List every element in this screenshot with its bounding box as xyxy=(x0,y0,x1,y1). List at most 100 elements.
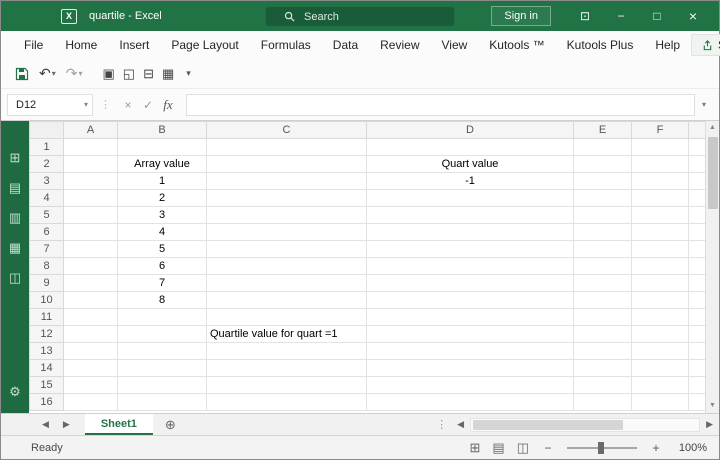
cell-E2[interactable] xyxy=(573,155,632,173)
cell-F1[interactable] xyxy=(631,138,689,156)
formula-input[interactable] xyxy=(186,93,695,116)
kutools-pane-icon-1[interactable]: ⊞ xyxy=(10,151,21,165)
cell-B10[interactable]: 8 xyxy=(117,291,207,309)
cell-C15[interactable] xyxy=(206,376,367,394)
row-header-4[interactable]: 4 xyxy=(29,189,64,207)
cell-D2[interactable]: Quart value xyxy=(366,155,574,173)
row-header-3[interactable]: 3 xyxy=(29,172,64,190)
cell-C11[interactable] xyxy=(206,308,367,326)
cell-F10[interactable] xyxy=(631,291,689,309)
cell-A14[interactable] xyxy=(63,359,118,377)
undo-dropdown-icon[interactable]: ▾ xyxy=(52,69,56,78)
cell-F15[interactable] xyxy=(631,376,689,394)
cell-A15[interactable] xyxy=(63,376,118,394)
cell-E15[interactable] xyxy=(573,376,632,394)
horizontal-scroll-thumb[interactable] xyxy=(473,419,624,430)
row-header-5[interactable]: 5 xyxy=(29,206,64,224)
cell-B7[interactable]: 5 xyxy=(117,240,207,258)
ribbon-tab-page-layout[interactable]: Page Layout xyxy=(160,31,249,59)
cell-C13[interactable] xyxy=(206,342,367,360)
cell-F4[interactable] xyxy=(631,189,689,207)
cell-F12[interactable] xyxy=(631,325,689,343)
cell-B1[interactable] xyxy=(117,138,207,156)
enter-button[interactable]: ✓ xyxy=(138,98,158,112)
page-break-view-icon[interactable]: ◫ xyxy=(517,440,529,456)
cell-D16[interactable] xyxy=(366,393,574,411)
cell-C10[interactable] xyxy=(206,291,367,309)
save-button[interactable] xyxy=(11,65,33,83)
cell-F11[interactable] xyxy=(631,308,689,326)
settings-gear-icon[interactable]: ⚙ xyxy=(9,385,21,399)
cell-C5[interactable] xyxy=(206,206,367,224)
ribbon-tab-review[interactable]: Review xyxy=(369,31,430,59)
cell-E6[interactable] xyxy=(573,223,632,241)
cell-A9[interactable] xyxy=(63,274,118,292)
sheet-nav-right-icon[interactable]: ▶ xyxy=(56,419,77,430)
cell-B9[interactable]: 7 xyxy=(117,274,207,292)
kutools-pane-icon-3[interactable]: ▥ xyxy=(9,211,21,225)
cell-E8[interactable] xyxy=(573,257,632,275)
cell-D13[interactable] xyxy=(366,342,574,360)
cell-C14[interactable] xyxy=(206,359,367,377)
vertical-scrollbar[interactable]: ▲ ▼ xyxy=(705,121,719,413)
cell-A8[interactable] xyxy=(63,257,118,275)
cell-B5[interactable]: 3 xyxy=(117,206,207,224)
kutools-pane-icon-2[interactable]: ▤ xyxy=(9,181,21,195)
col-header-F[interactable]: F xyxy=(631,121,689,139)
cell-A2[interactable] xyxy=(63,155,118,173)
cell-D4[interactable] xyxy=(366,189,574,207)
col-header-E[interactable]: E xyxy=(573,121,632,139)
cell-D7[interactable] xyxy=(366,240,574,258)
horizontal-scrollbar[interactable] xyxy=(470,417,701,432)
qat-custom-button-2[interactable]: ◱ xyxy=(123,66,135,82)
cell-F16[interactable] xyxy=(631,393,689,411)
name-box[interactable]: D12 ▾ xyxy=(7,93,93,116)
zoom-in-button[interactable]: + xyxy=(649,441,663,455)
cell-A16[interactable] xyxy=(63,393,118,411)
zoom-slider[interactable] xyxy=(567,441,637,454)
ribbon-tab-insert[interactable]: Insert xyxy=(108,31,160,59)
cell-C12[interactable]: Quartile value for quart =1 xyxy=(206,325,367,343)
row-header-2[interactable]: 2 xyxy=(29,155,64,173)
new-sheet-button[interactable]: ⊕ xyxy=(165,417,176,433)
redo-button[interactable]: ↷ ▾ xyxy=(62,63,87,84)
cell-C1[interactable] xyxy=(206,138,367,156)
qat-custom-button-3[interactable]: ⊟ xyxy=(143,66,154,82)
row-header-6[interactable]: 6 xyxy=(29,223,64,241)
cell-A11[interactable] xyxy=(63,308,118,326)
cell-A7[interactable] xyxy=(63,240,118,258)
scroll-up-icon[interactable]: ▲ xyxy=(709,121,716,135)
cell-E4[interactable] xyxy=(573,189,632,207)
cell-C6[interactable] xyxy=(206,223,367,241)
insert-function-button[interactable]: fx xyxy=(158,97,178,113)
zoom-out-button[interactable]: − xyxy=(541,441,555,455)
cell-A10[interactable] xyxy=(63,291,118,309)
cell-D5[interactable] xyxy=(366,206,574,224)
cell-F6[interactable] xyxy=(631,223,689,241)
sign-in-button[interactable]: Sign in xyxy=(491,6,551,26)
ribbon-tab-view[interactable]: View xyxy=(431,31,479,59)
row-header-12[interactable]: 12 xyxy=(29,325,64,343)
cell-F3[interactable] xyxy=(631,172,689,190)
cell-B4[interactable]: 2 xyxy=(117,189,207,207)
row-header-7[interactable]: 7 xyxy=(29,240,64,258)
cell-C3[interactable] xyxy=(206,172,367,190)
cell-A3[interactable] xyxy=(63,172,118,190)
row-header-16[interactable]: 16 xyxy=(29,393,64,411)
close-button[interactable]: × xyxy=(675,1,711,31)
cell-F7[interactable] xyxy=(631,240,689,258)
cell-F13[interactable] xyxy=(631,342,689,360)
cell-B12[interactable] xyxy=(117,325,207,343)
ribbon-tab-data[interactable]: Data xyxy=(322,31,369,59)
zoom-level-label[interactable]: 100% xyxy=(675,442,707,454)
cell-D3[interactable]: -1 xyxy=(366,172,574,190)
col-header-D[interactable]: D xyxy=(366,121,574,139)
cell-C2[interactable] xyxy=(206,155,367,173)
cell-E14[interactable] xyxy=(573,359,632,377)
col-header-B[interactable]: B xyxy=(117,121,207,139)
hscroll-right-icon[interactable]: ▶ xyxy=(700,419,719,430)
cell-E16[interactable] xyxy=(573,393,632,411)
kutools-pane-icon-4[interactable]: ▦ xyxy=(9,241,21,255)
cell-D9[interactable] xyxy=(366,274,574,292)
normal-view-icon[interactable]: ⊞ xyxy=(470,440,481,456)
